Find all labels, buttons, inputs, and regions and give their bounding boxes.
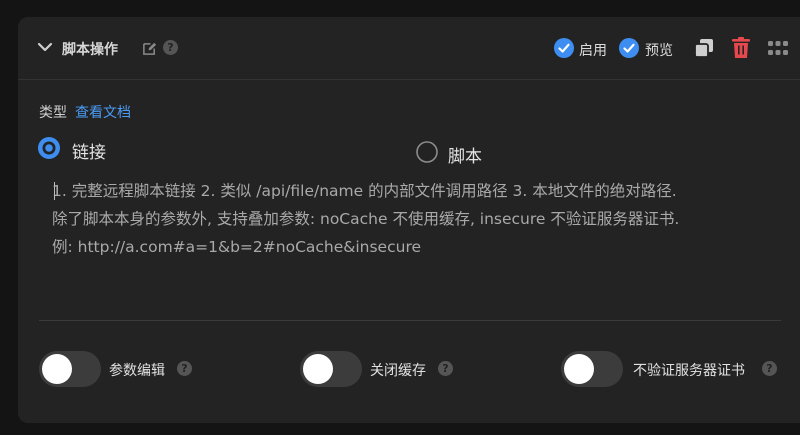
script-path-textarea[interactable]: 1. 完整远程脚本链接 2. 类似 /api/file/name 的内部文件调用… [52,177,772,277]
trash-icon[interactable] [732,37,750,58]
type-label: 类型 [39,105,67,121]
toggle-insecure[interactable] [561,351,623,387]
text-caret [54,182,55,200]
insecure-label: 不验证服务器证书 [633,363,745,379]
param-edit-help-icon[interactable]: ? [177,361,192,376]
radio-script-label[interactable]: 脚本 [448,142,482,167]
preview-checkbox-icon[interactable] [619,38,639,58]
view-docs-link[interactable]: 查看文档 [75,102,131,122]
toggle-param-edit[interactable] [39,351,101,387]
toggle-knob [564,354,594,384]
radio-link-selected-icon[interactable] [38,137,60,159]
divider [39,320,781,321]
disable-cache-help-icon[interactable]: ? [438,361,453,376]
preview-label[interactable]: 预览 [645,40,673,60]
radio-script-icon[interactable] [416,141,438,163]
toggle-knob [42,354,72,384]
card-title: 脚本操作 [62,42,118,58]
card-header: 脚本操作 ? 启用 预览 [18,17,800,80]
radio-link-label[interactable]: 链接 [72,138,106,163]
disable-cache-label: 关闭缓存 [370,363,426,379]
drag-handle-icon[interactable] [768,41,788,56]
chevron-down-icon[interactable] [37,39,53,55]
enable-checkbox-icon[interactable] [554,38,574,58]
edit-icon[interactable] [142,41,157,56]
toggle-knob [303,354,333,384]
enable-label[interactable]: 启用 [579,40,607,60]
param-edit-label: 参数编辑 [109,363,165,379]
insecure-help-icon[interactable]: ? [762,361,777,376]
toggle-disable-cache[interactable] [300,351,362,387]
copy-icon[interactable] [694,38,714,58]
help-icon[interactable]: ? [163,40,178,55]
script-operation-card: 脚本操作 ? 启用 预览 类型 查看文档 链接 脚本 1. 完整远程脚本链接 2… [18,17,800,423]
